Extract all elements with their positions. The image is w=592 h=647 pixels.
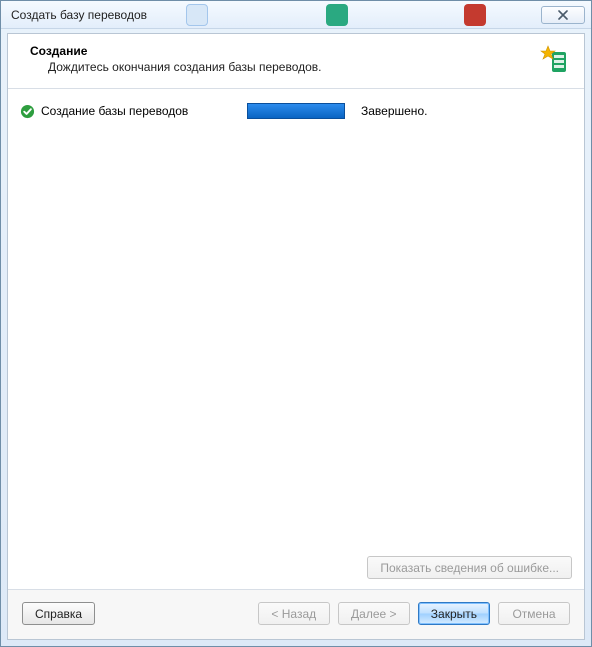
database-star-icon [538, 44, 570, 76]
wizard-header-text: Создание Дождитесь окончания создания ба… [30, 44, 530, 74]
cancel-button: Отмена [498, 602, 570, 625]
error-details-row: Показать сведения об ошибке... [20, 548, 572, 579]
titlebar-decor [171, 1, 511, 28]
titlebar: Создать базу переводов [1, 1, 591, 29]
show-error-details-button: Показать сведения об ошибке... [367, 556, 572, 579]
close-icon [557, 10, 569, 20]
window-title: Создать базу переводов [11, 8, 147, 22]
wizard-step-subtitle: Дождитесь окончания создания базы перево… [30, 60, 530, 74]
content-panel: Создание Дождитесь окончания создания ба… [7, 33, 585, 640]
task-status: Завершено. [361, 104, 427, 118]
close-button[interactable]: Закрыть [418, 602, 490, 625]
task-label: Создание базы переводов [41, 104, 241, 118]
wizard-body: Создание базы переводов Завершено. Показ… [8, 89, 584, 589]
check-circle-icon [20, 104, 35, 119]
dialog-window: Создать базу переводов Создание Дождитес… [0, 0, 592, 647]
wizard-footer: Справка < Назад Далее > Закрыть Отмена [8, 589, 584, 639]
task-row: Создание базы переводов Завершено. [20, 103, 572, 119]
help-button[interactable]: Справка [22, 602, 95, 625]
wizard-header: Создание Дождитесь окончания создания ба… [8, 34, 584, 89]
window-close-button[interactable] [541, 6, 585, 24]
task-progress-bar [247, 103, 345, 119]
wizard-step-title: Создание [30, 44, 530, 58]
back-button: < Назад [258, 602, 330, 625]
next-button: Далее > [338, 602, 410, 625]
